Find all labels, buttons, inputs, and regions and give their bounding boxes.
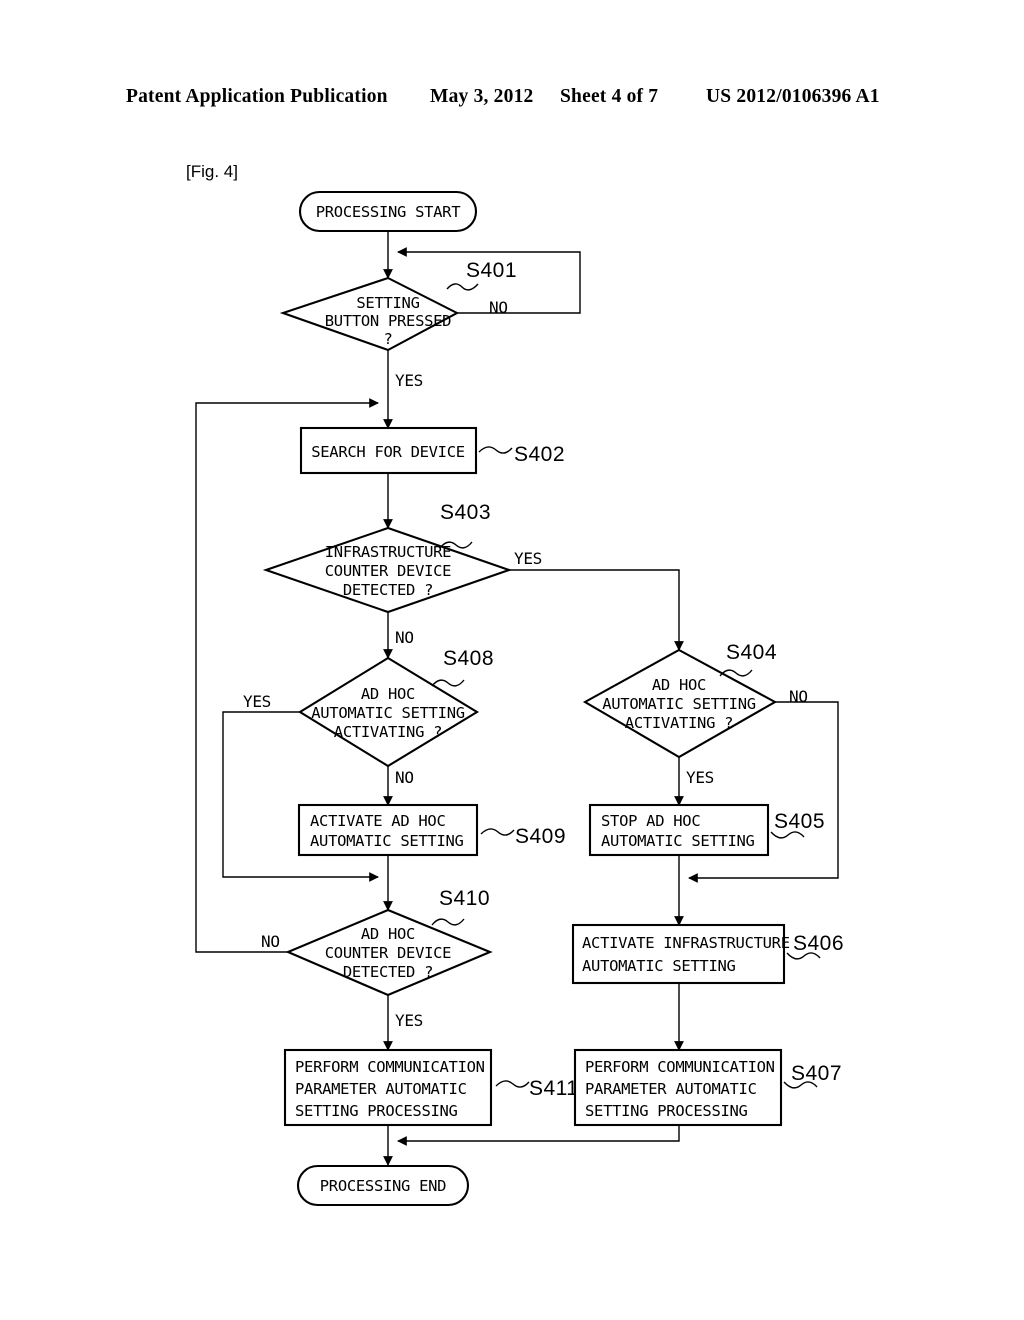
node-s408-line1: AD HOC <box>361 685 415 703</box>
node-s407-line3: SETTING PROCESSING <box>585 1102 748 1120</box>
step-id-s403: S403 <box>440 501 491 524</box>
node-s404-line3: ACTIVATING ? <box>625 714 733 732</box>
step-id-s411: S411 <box>529 1077 579 1100</box>
node-s402-line1: SEARCH FOR DEVICE <box>311 443 465 461</box>
node-s402-search-for-device: SEARCH FOR DEVICE S402 <box>299 426 565 475</box>
step-id-s406: S406 <box>793 932 844 955</box>
node-s411-line3: SETTING PROCESSING <box>295 1102 458 1120</box>
node-processing-start: PROCESSING START <box>298 190 478 233</box>
node-s406-activate-infrastructure-automatic-setting: ACTIVATE INFRASTRUCTURE AUTOMATIC SETTIN… <box>571 923 844 985</box>
node-processing-start-label: PROCESSING START <box>316 203 461 221</box>
edge-label-s403-yes: YES <box>514 549 542 568</box>
node-s404-ad-hoc-automatic-setting-activating: AD HOC AUTOMATIC SETTING ACTIVATING ? S4… <box>582 641 778 759</box>
patent-page: Patent Application Publication May 3, 20… <box>0 0 1024 1320</box>
node-s405-stop-ad-hoc-automatic-setting: STOP AD HOC AUTOMATIC SETTING S405 <box>588 803 825 857</box>
node-s410-ad-hoc-counter-device-detected: AD HOC COUNTER DEVICE DETECTED ? S410 <box>285 887 493 997</box>
edge-label-s401-yes: YES <box>395 371 423 390</box>
edge-s407-to-end <box>397 1125 680 1146</box>
node-s409-activate-ad-hoc-automatic-setting: ACTIVATE AD HOC AUTOMATIC SETTING S409 <box>297 803 566 857</box>
edge-label-s404-no: NO <box>789 687 808 706</box>
node-s407-line1: PERFORM COMMUNICATION <box>585 1058 775 1076</box>
edge-label-s403-no: NO <box>395 628 414 647</box>
node-s407-line2: PARAMETER AUTOMATIC <box>585 1080 757 1098</box>
step-id-s409: S409 <box>515 825 566 848</box>
step-id-s402: S402 <box>514 443 565 466</box>
node-s404-line1: AD HOC <box>652 676 706 694</box>
node-s408-line3: ACTIVATING ? <box>334 723 442 741</box>
node-s404-line2: AUTOMATIC SETTING <box>602 695 756 713</box>
node-s403-line2: COUNTER DEVICE <box>325 562 451 580</box>
node-s410-line3: DETECTED ? <box>343 963 433 981</box>
node-s410-line2: COUNTER DEVICE <box>325 944 451 962</box>
node-s403-line3: DETECTED ? <box>343 581 433 599</box>
node-s408-line2: AUTOMATIC SETTING <box>311 704 465 722</box>
node-processing-end-label: PROCESSING END <box>320 1177 446 1195</box>
flowchart-diagram: PROCESSING START SETTING BUTTON PRESSED … <box>195 190 844 1207</box>
node-s407-perform-communication-parameter-automatic-setting: PERFORM COMMUNICATION PARAMETER AUTOMATI… <box>573 1048 842 1127</box>
node-s411-line1: PERFORM COMMUNICATION <box>295 1058 485 1076</box>
node-s401-setting-button-pressed: SETTING BUTTON PRESSED ? S401 <box>279 259 517 352</box>
node-s406-line2: AUTOMATIC SETTING <box>582 957 736 975</box>
edge-label-s401-no: NO <box>489 298 508 317</box>
edge-label-s408-no: NO <box>395 768 414 787</box>
edge-s403-yes-to-s404 <box>509 569 684 651</box>
node-s405-line1: STOP AD HOC <box>601 812 700 830</box>
node-s401-line2: BUTTON PRESSED <box>325 312 451 330</box>
node-processing-end: PROCESSING END <box>296 1164 470 1207</box>
node-s403-line1: INFRASTRUCTURE <box>325 543 451 561</box>
step-id-s408: S408 <box>443 647 494 670</box>
step-id-s405: S405 <box>774 810 825 833</box>
edge-label-s404-yes: YES <box>686 768 714 787</box>
step-id-s404: S404 <box>726 641 777 664</box>
node-s406-line1: ACTIVATE INFRASTRUCTURE <box>582 934 790 952</box>
node-s411-perform-communication-parameter-automatic-setting: PERFORM COMMUNICATION PARAMETER AUTOMATI… <box>283 1048 579 1127</box>
edge-label-s410-no: NO <box>261 932 280 951</box>
step-id-s401: S401 <box>466 259 517 282</box>
node-s405-line2: AUTOMATIC SETTING <box>601 832 755 850</box>
step-id-s410: S410 <box>439 887 490 910</box>
node-s401-line3: ? <box>383 330 392 348</box>
edge-label-s408-yes: YES <box>243 692 271 711</box>
step-id-s407: S407 <box>791 1062 842 1085</box>
node-s401-line1: SETTING <box>356 294 419 312</box>
node-s408-ad-hoc-automatic-setting-activating: AD HOC AUTOMATIC SETTING ACTIVATING ? S4… <box>297 647 494 768</box>
node-s409-line2: AUTOMATIC SETTING <box>310 832 464 850</box>
node-s411-line2: PARAMETER AUTOMATIC <box>295 1080 467 1098</box>
edge-label-s410-yes: YES <box>395 1011 423 1030</box>
node-s410-line1: AD HOC <box>361 925 415 943</box>
node-s409-line1: ACTIVATE AD HOC <box>310 812 445 830</box>
